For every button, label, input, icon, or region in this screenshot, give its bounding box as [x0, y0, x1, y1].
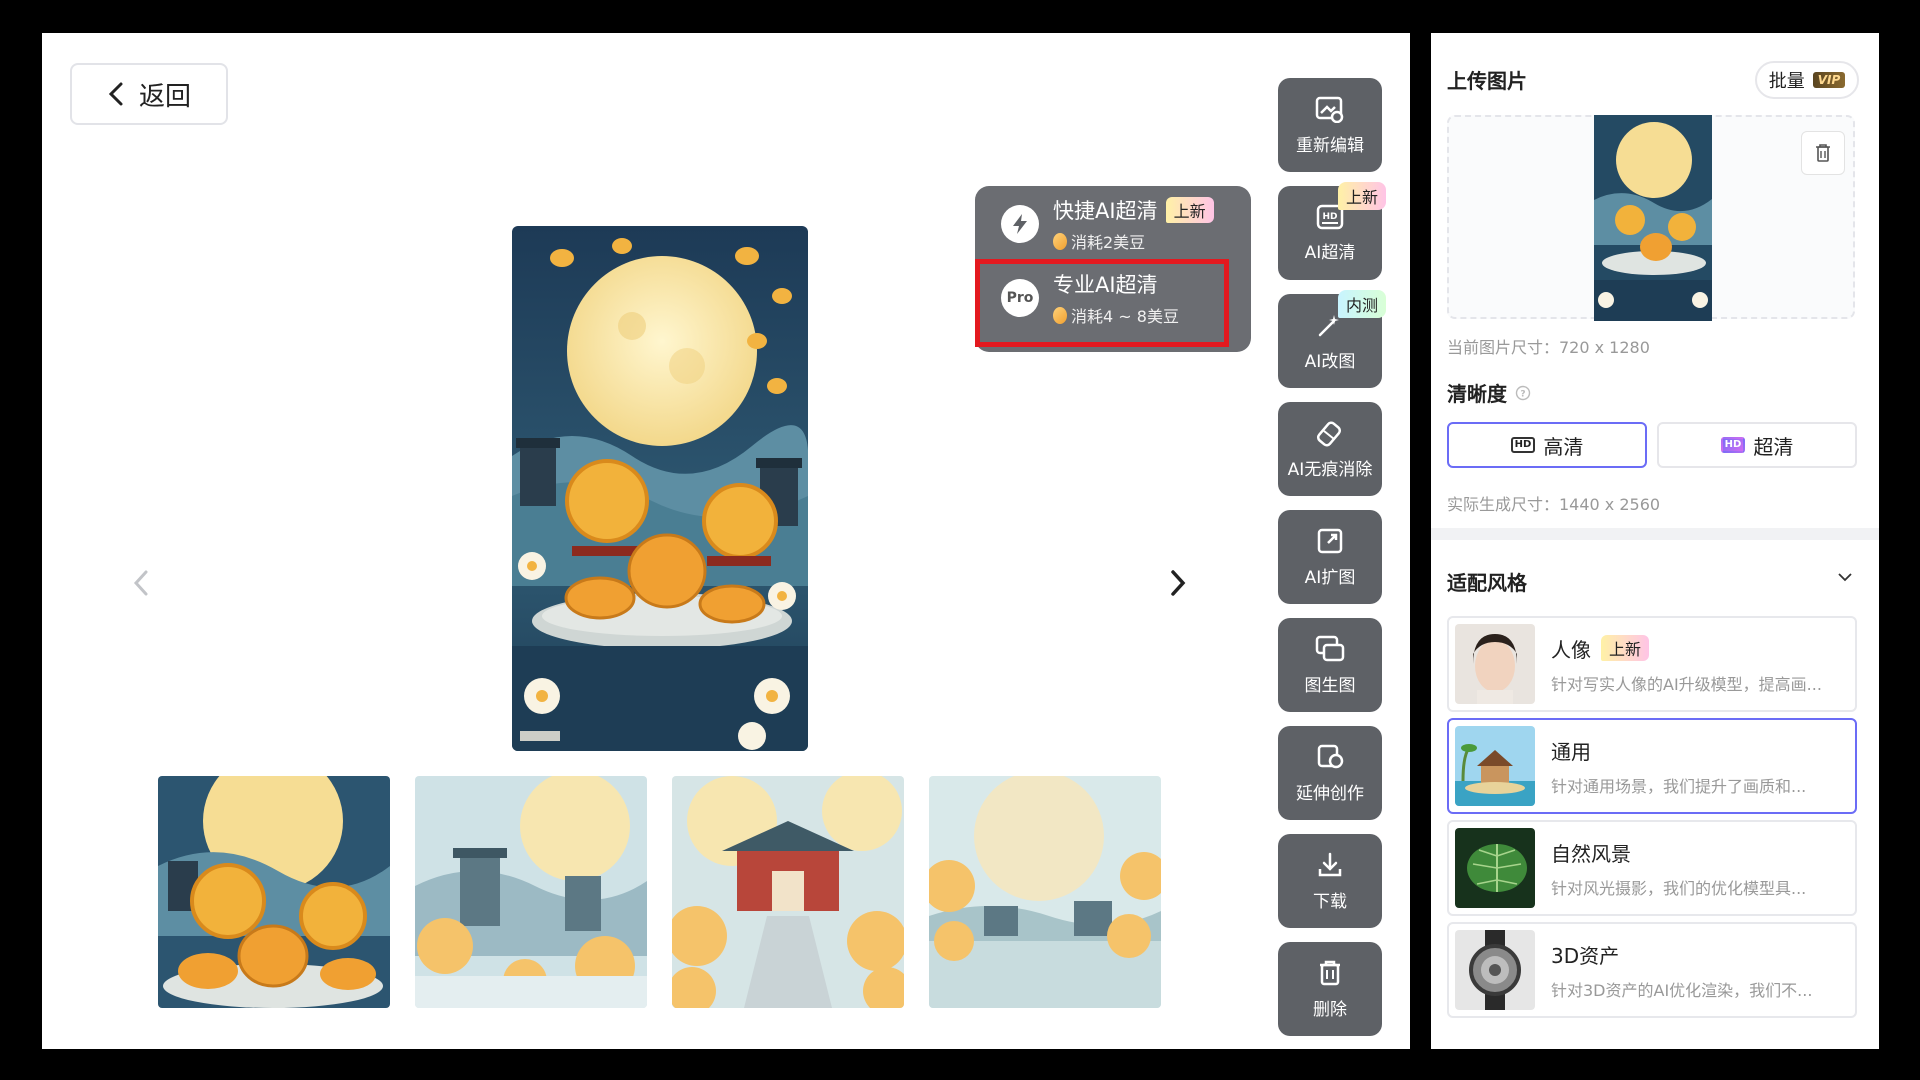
style-name: 自然风景 [1551, 841, 1631, 866]
ai-expand-button[interactable]: AI扩图 [1278, 510, 1382, 604]
settings-panel: 上传图片 批量 VIP 当前图片尺寸：720 x 1280 清晰度 ? HD 高… [1431, 33, 1879, 1049]
tool-label: AI扩图 [1304, 567, 1356, 588]
thumbnail[interactable] [158, 776, 390, 1008]
upload-area[interactable] [1447, 115, 1855, 321]
help-icon[interactable]: ? [1515, 385, 1531, 401]
tool-label: AI超清 [1304, 242, 1356, 263]
batch-button[interactable]: 批量 VIP [1755, 61, 1859, 99]
thumbnail[interactable] [415, 776, 647, 1008]
ai-upscale-button[interactable]: HD AI超清 上新 [1278, 182, 1386, 280]
download-icon [1318, 852, 1342, 876]
style-option-landscape[interactable]: 自然风景 针对风光摄影，我们的优化模型具... [1447, 820, 1857, 916]
style-name: 通用 [1551, 739, 1591, 764]
highlight-box [975, 259, 1229, 347]
style-desc: 针对通用场景，我们提升了画质和... [1551, 776, 1807, 796]
style-desc: 针对风光摄影，我们的优化模型具... [1551, 878, 1807, 898]
trash-icon [1816, 144, 1830, 162]
ultra-hd-option[interactable]: HD 超清 [1657, 422, 1857, 468]
batch-label: 批量 [1768, 71, 1805, 92]
tool-label: 延伸创作 [1296, 783, 1364, 804]
svg-text:?: ? [1520, 389, 1525, 399]
remove-image-button[interactable] [1801, 131, 1845, 175]
collapse-toggle[interactable] [1837, 569, 1853, 589]
actual-size: 实际生成尺寸：1440 x 2560 [1447, 495, 1661, 514]
thumbnail-strip [158, 776, 1161, 1008]
lightning-icon [1001, 205, 1039, 243]
new-badge: 上新 [1601, 635, 1650, 661]
previous-image-arrow[interactable] [126, 565, 156, 601]
trash-icon [1320, 960, 1340, 985]
option-cost: 消耗2美豆 [1071, 233, 1146, 252]
chevron-right-icon [1171, 570, 1186, 596]
landscape-thumbnail [1455, 828, 1535, 908]
expand-icon [1317, 528, 1343, 553]
current-size: 当前图片尺寸：720 x 1280 [1447, 338, 1650, 357]
ai-upscale-menu: 快捷AI超清 上新 消耗2美豆 Pro 专业AI超清 消耗4 ~ 8美豆 [975, 186, 1251, 352]
image-to-image-icon [1315, 635, 1345, 661]
re-edit-button[interactable]: 重新编辑 [1278, 78, 1382, 172]
thumbnail[interactable] [929, 776, 1161, 1008]
beta-badge: 内测 [1337, 290, 1386, 318]
main-preview-image [512, 226, 808, 751]
eraser-icon [1316, 420, 1342, 447]
ai-modify-button[interactable]: AI改图 内测 [1278, 290, 1386, 388]
section-divider [1431, 528, 1879, 540]
canvas-area: 返回 快捷AI超清 上新 消耗2美豆 Pro 专业AI超清 消耗4 ~ 8美豆 … [42, 33, 1410, 1049]
chevron-left-icon [133, 570, 148, 596]
ultra-hd-icon: HD [1720, 437, 1746, 453]
bean-icon [1053, 232, 1067, 250]
chevron-left-icon [108, 82, 123, 106]
3d-asset-thumbnail [1455, 930, 1535, 1010]
extend-creation-button[interactable]: 延伸创作 [1278, 726, 1382, 820]
style-option-portrait[interactable]: 人像 上新 针对写实人像的AI升级模型，提高画... [1447, 616, 1857, 712]
new-badge: 上新 [1337, 182, 1386, 210]
clarity-title: 清晰度 [1447, 382, 1507, 406]
hd-option[interactable]: HD 高清 [1447, 422, 1647, 468]
portrait-thumbnail [1455, 624, 1535, 704]
option-label: 高清 [1543, 434, 1584, 459]
tool-label: 重新编辑 [1296, 135, 1364, 156]
option-label: 超清 [1753, 434, 1794, 459]
quick-ai-upscale-option[interactable]: 快捷AI超清 上新 消耗2美豆 [987, 190, 1235, 258]
upload-title: 上传图片 [1447, 69, 1527, 93]
next-image-arrow[interactable] [1163, 565, 1193, 601]
back-label: 返回 [138, 81, 191, 112]
option-title: 快捷AI超清 [1053, 199, 1158, 223]
download-button[interactable]: 下载 [1278, 834, 1382, 928]
new-badge: 上新 [1165, 197, 1214, 223]
image-edit-icon [1315, 96, 1344, 123]
back-button[interactable]: 返回 [70, 63, 228, 125]
tool-label: 下载 [1313, 891, 1347, 912]
style-desc: 针对写实人像的AI升级模型，提高画... [1551, 674, 1822, 694]
thumbnail[interactable] [672, 776, 904, 1008]
tool-label: AI改图 [1304, 351, 1356, 372]
delete-button[interactable]: 删除 [1278, 942, 1382, 1036]
style-desc: 针对3D资产的AI优化渲染，我们不... [1551, 980, 1813, 1000]
ai-erase-button[interactable]: AI无痕消除 [1278, 402, 1382, 496]
vip-badge: VIP [1812, 72, 1846, 88]
image-to-image-button[interactable]: 图生图 [1278, 618, 1382, 712]
general-thumbnail [1455, 726, 1535, 806]
tool-label: 删除 [1313, 999, 1347, 1020]
extend-icon [1317, 744, 1344, 768]
style-name: 人像 [1551, 637, 1591, 662]
chevron-down-icon [1838, 573, 1852, 582]
hd-icon: HD [1510, 437, 1536, 453]
tool-label: 图生图 [1304, 675, 1356, 696]
style-option-3d-asset[interactable]: 3D资产 针对3D资产的AI优化渲染，我们不... [1447, 922, 1857, 1018]
tool-label: AI无痕消除 [1287, 459, 1373, 480]
clarity-title-row: 清晰度 ? [1447, 378, 1531, 407]
style-name: 3D资产 [1551, 943, 1620, 968]
svg-text:HD: HD [1322, 212, 1337, 222]
uploaded-image [1594, 115, 1712, 321]
style-title: 适配风格 [1447, 571, 1527, 595]
style-option-general[interactable]: 通用 针对通用场景，我们提升了画质和... [1447, 718, 1857, 814]
